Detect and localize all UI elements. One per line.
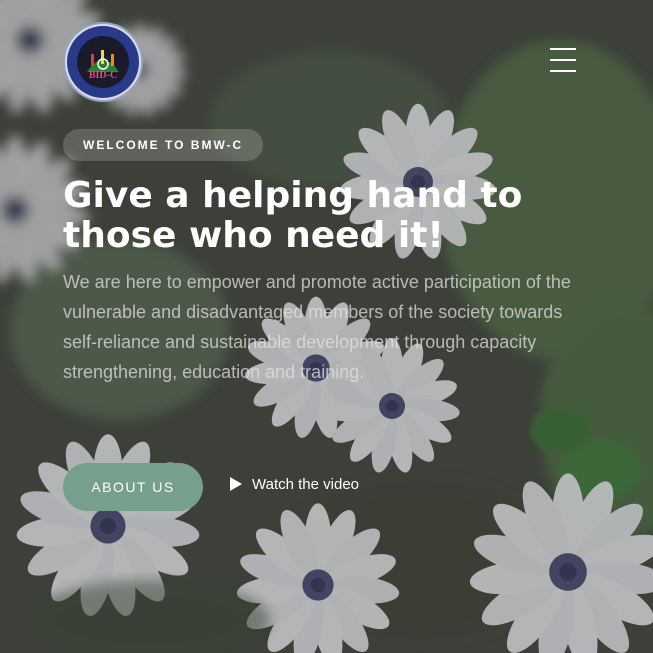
- welcome-badge: WELCOME TO BMW-C: [63, 129, 264, 161]
- watch-video-label: Watch the video: [252, 475, 359, 493]
- hamburger-menu-icon: [550, 48, 576, 50]
- hero-headline: Give a helping hand to those who need it…: [63, 175, 523, 256]
- hero-section: BID-C WELCOME TO BMW-C Give a helping ha…: [0, 0, 653, 653]
- hero-description: We are here to empower and promote activ…: [63, 272, 571, 382]
- hamburger-bar: [550, 59, 576, 61]
- logo-name: BID-C: [88, 70, 118, 81]
- menu-button[interactable]: [548, 46, 580, 74]
- about-us-button[interactable]: ABOUT US: [63, 463, 203, 511]
- logo-emblem-icon: [67, 26, 139, 98]
- watch-video-link[interactable]: Watch the video: [230, 472, 359, 496]
- site-logo[interactable]: BID-C: [63, 22, 143, 102]
- play-icon: [230, 477, 242, 491]
- hamburger-bar: [550, 70, 576, 72]
